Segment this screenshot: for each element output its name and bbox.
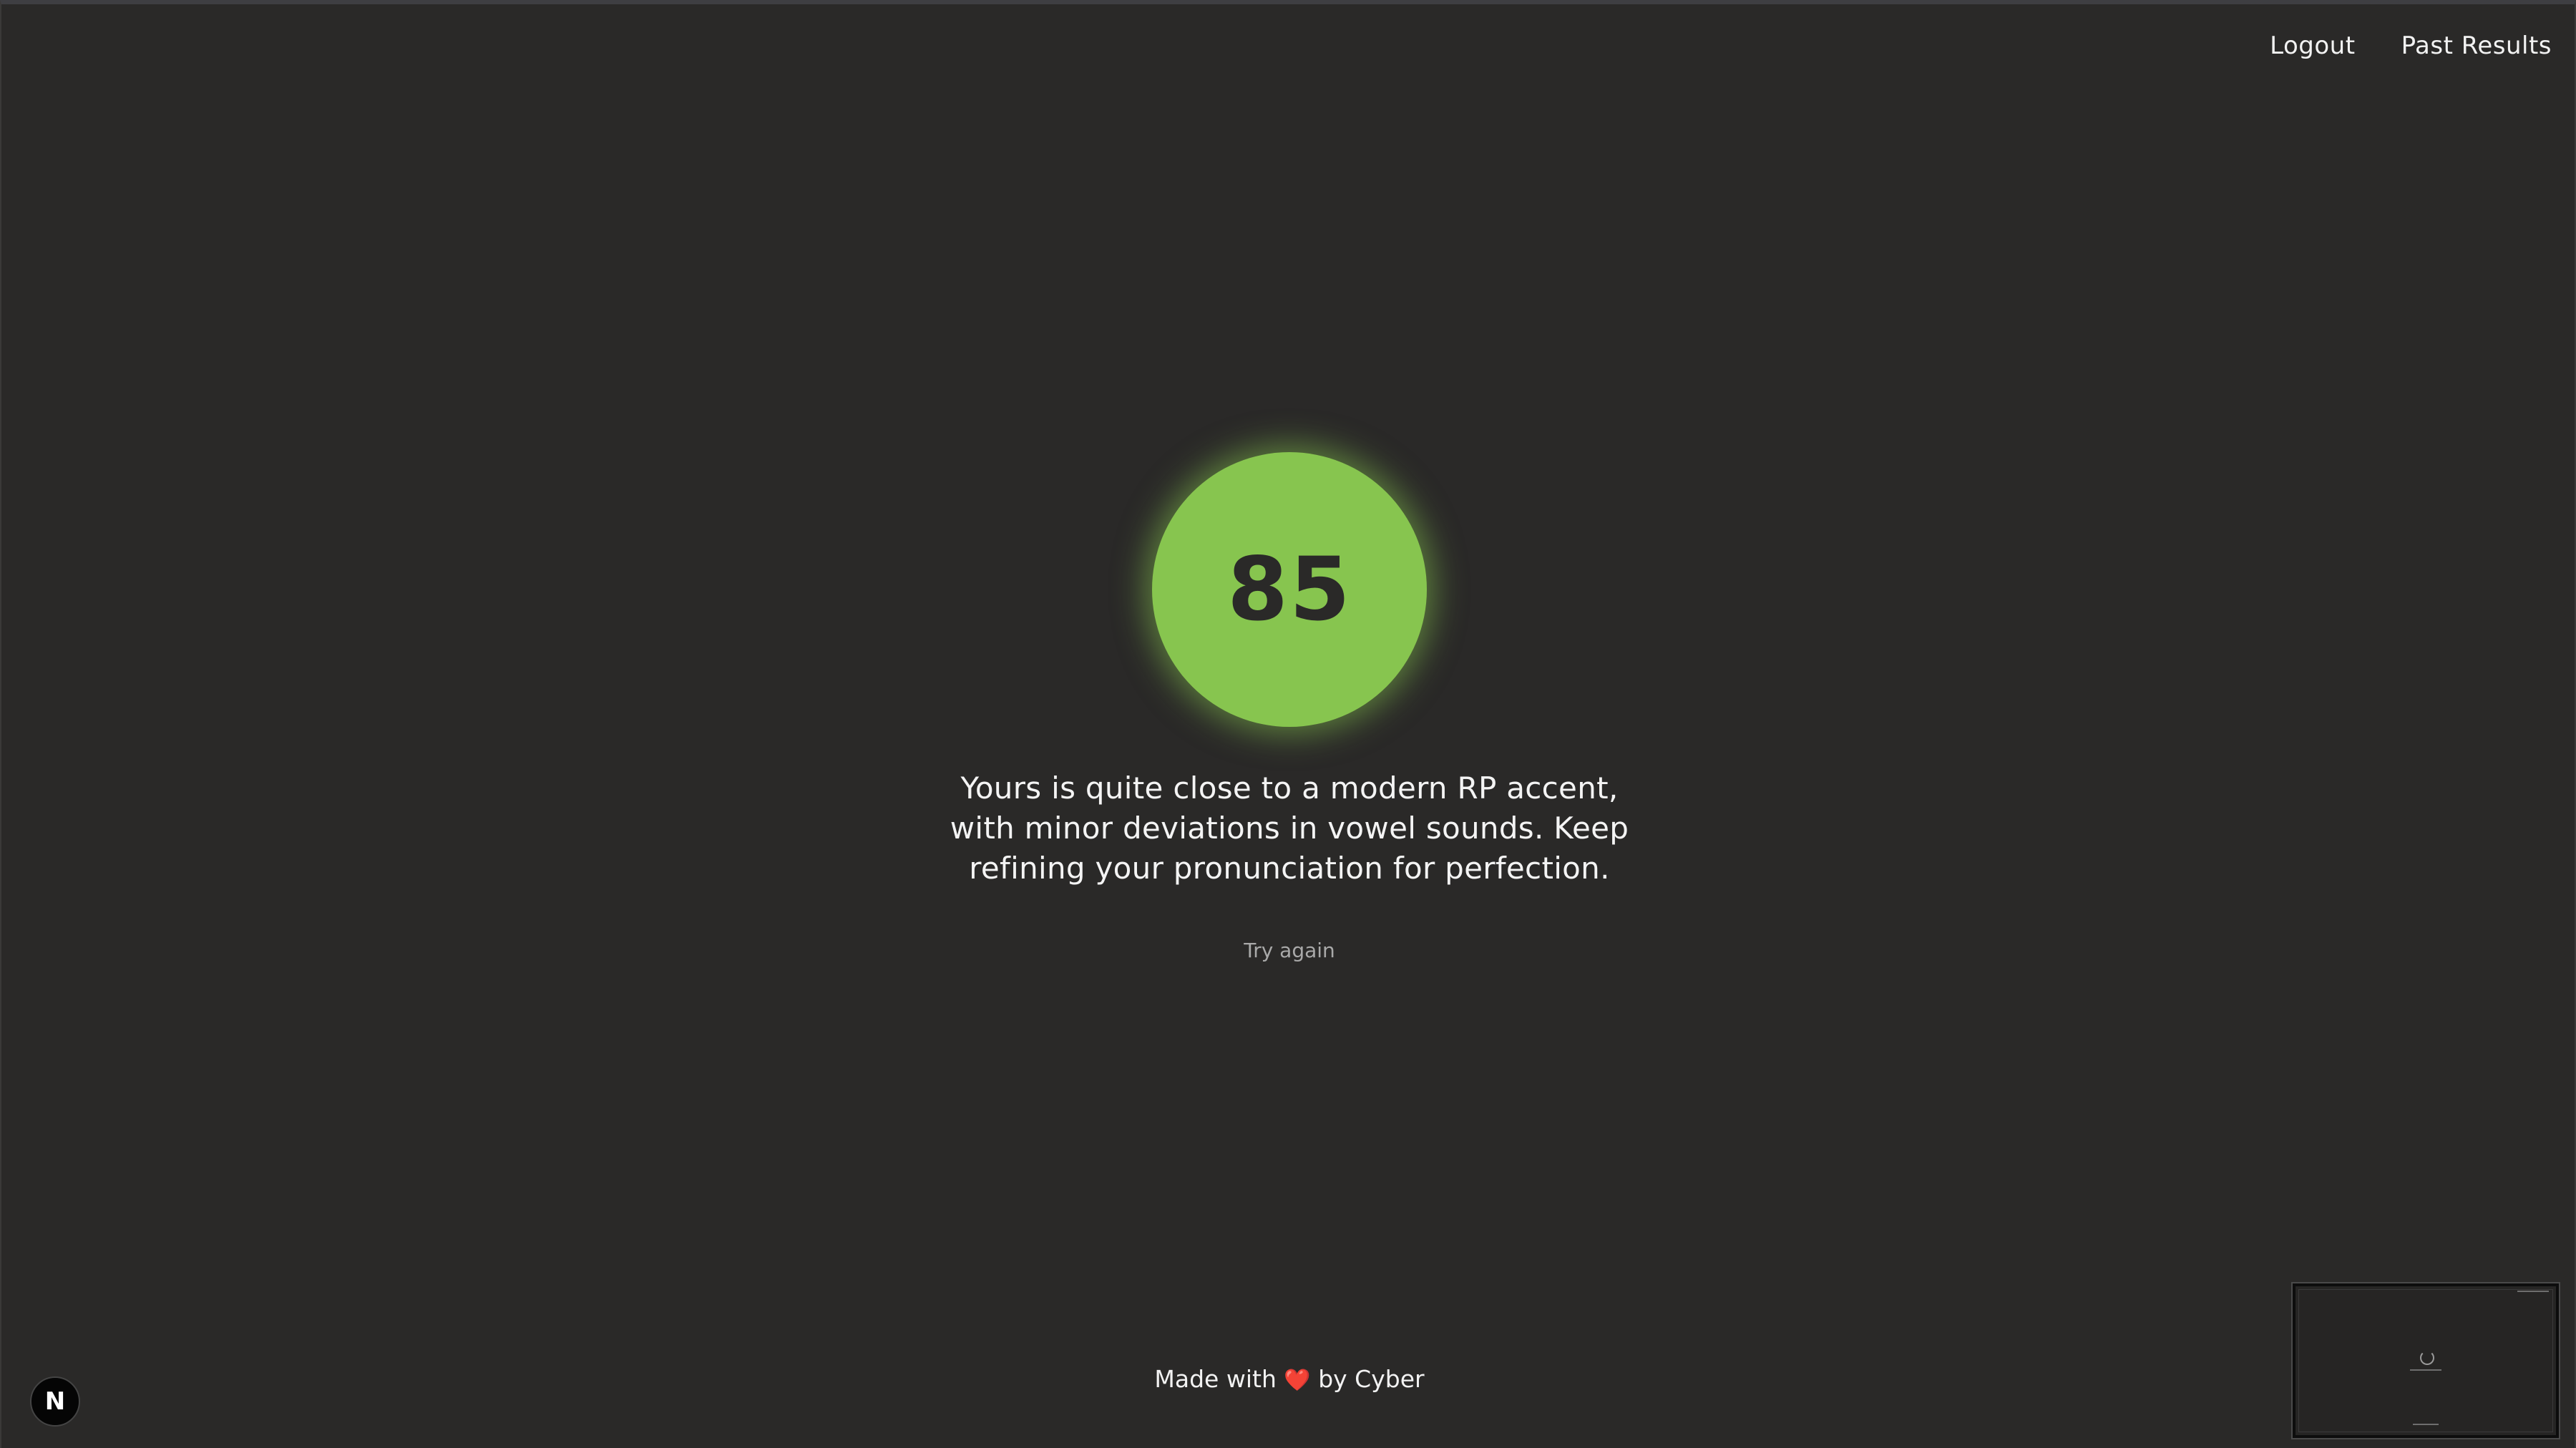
badge-letter: N — [44, 1387, 66, 1416]
window-preview-thumbnail[interactable] — [2291, 1282, 2560, 1439]
thumbnail-text-line — [2410, 1369, 2441, 1371]
footer: Made with ❤️ by Cyber — [1003, 1365, 1576, 1393]
score-value: 85 — [1227, 539, 1352, 640]
heart-icon: ❤️ — [1284, 1368, 1311, 1393]
feedback-text: Yours is quite close to a modern RP acce… — [950, 771, 1629, 886]
logout-link[interactable]: Logout — [2270, 31, 2355, 60]
loading-spinner-icon — [2420, 1351, 2434, 1365]
score-circle: 85 — [1152, 452, 1427, 727]
past-results-link[interactable]: Past Results — [2401, 31, 2552, 60]
try-again-button[interactable]: Try again — [1146, 939, 1433, 962]
thumbnail-nav-line — [2517, 1291, 2549, 1292]
footer-suffix: by Cyber — [1318, 1365, 1425, 1393]
thumbnail-footer-line — [2413, 1424, 2439, 1425]
app-window: Logout Past Results 85 Yours is quite cl… — [0, 0, 2576, 1448]
nextjs-n-icon[interactable]: N — [30, 1376, 80, 1427]
top-navigation: Logout Past Results — [2270, 31, 2552, 60]
footer-prefix: Made with — [1154, 1365, 1277, 1393]
